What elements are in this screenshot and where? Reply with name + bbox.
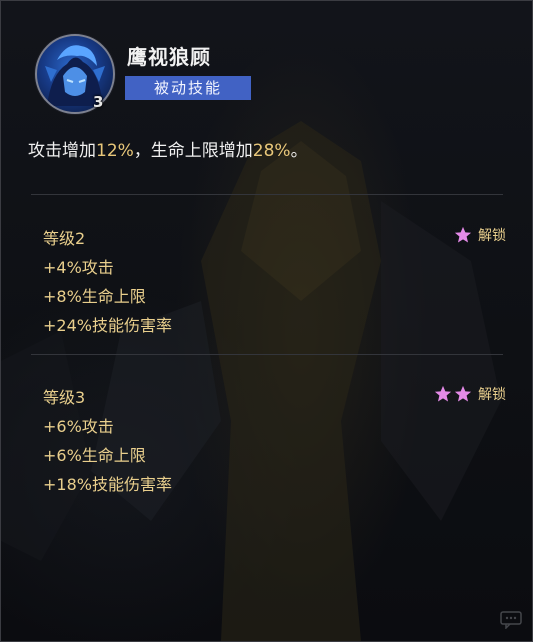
star-icon (434, 385, 452, 402)
divider (31, 354, 503, 355)
bonus-item: +6%攻击 (43, 417, 114, 436)
skill-type-badge: 被动技能 (125, 76, 251, 100)
summary-text: ，生命上限增加 (133, 141, 253, 161)
summary-text: 攻击增加 (28, 141, 96, 161)
bonus-item: +4%攻击 (43, 258, 114, 277)
divider (31, 194, 503, 195)
unlock-label: 解锁 (478, 228, 506, 244)
star-icon (454, 226, 472, 243)
summary-hp-value: 28% (252, 141, 291, 161)
level-bonus-list: +6%攻击 +6%生命上限 +18%技能伤害率 (43, 412, 172, 499)
level-title: 等级2 (43, 229, 86, 248)
bonus-item: +6%生命上限 (43, 446, 146, 465)
level-title: 等级3 (43, 388, 86, 407)
summary-text: 。 (290, 141, 308, 161)
bonus-item: +8%生命上限 (43, 287, 146, 306)
unlock-requirement: 解锁 (454, 225, 506, 245)
skill-tooltip-panel: 3 鹰视狼顾 被动技能 攻击增加12%，生命上限增加28%。 等级2 解锁 +4… (0, 0, 533, 642)
skill-name: 鹰视狼顾 (127, 45, 211, 69)
summary-attack-value: 12% (96, 141, 134, 161)
chat-bubble-icon[interactable] (500, 611, 522, 629)
star-icon (454, 385, 472, 402)
unlock-requirement: 解锁 (434, 384, 506, 404)
bonus-item: +24%技能伤害率 (43, 316, 172, 335)
skill-summary: 攻击增加12%，生命上限增加28%。 (28, 136, 308, 161)
skill-level-number: 3 (93, 93, 104, 111)
star-rating (434, 385, 472, 403)
star-rating (454, 226, 472, 244)
unlock-label: 解锁 (478, 387, 506, 403)
level-bonus-list: +4%攻击 +8%生命上限 +24%技能伤害率 (43, 253, 172, 340)
bonus-item: +18%技能伤害率 (43, 475, 172, 494)
